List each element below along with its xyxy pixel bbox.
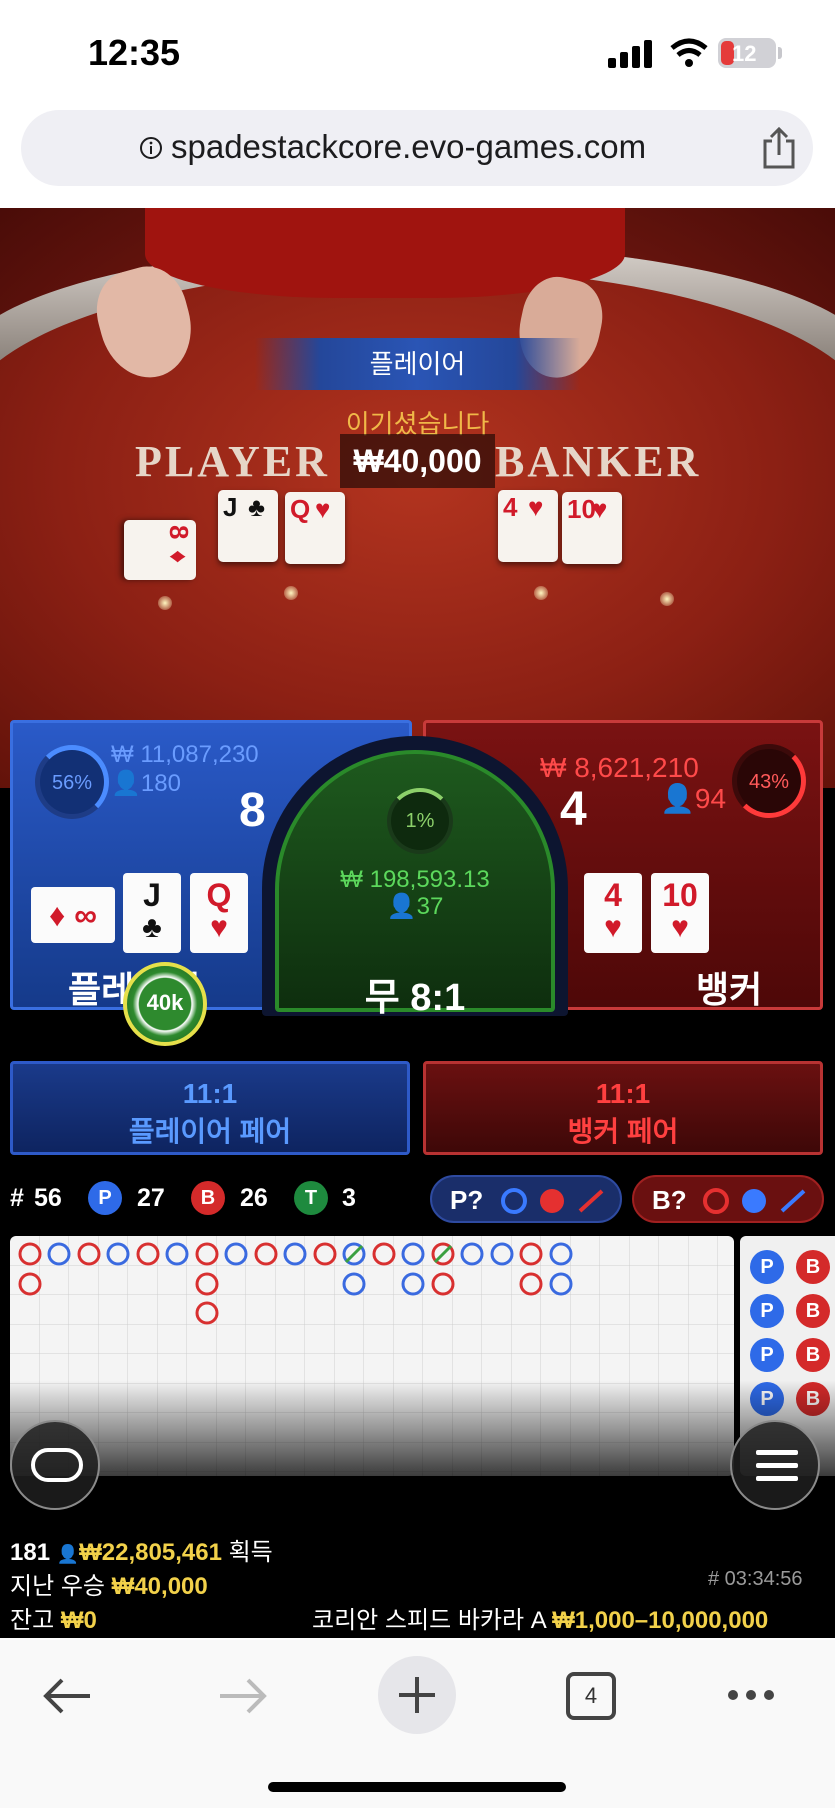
player-total-bet: ₩ 11,087,230 bbox=[111, 741, 259, 768]
plus-icon bbox=[399, 1677, 435, 1713]
last-win-label: 지난 우승 bbox=[10, 1573, 105, 1600]
won-label: 획득 bbox=[228, 1539, 273, 1566]
back-icon[interactable] bbox=[40, 1674, 94, 1718]
table-name: 코리안 스피드 바카라 A bbox=[312, 1607, 546, 1634]
bet-limits: ₩1,000–10,000,000 bbox=[552, 1607, 769, 1634]
player-pair-label: 플레이어 페어 bbox=[128, 1116, 292, 1147]
table-player-label: PLAYER bbox=[135, 437, 330, 486]
player-percent-ring: 56% bbox=[35, 745, 109, 819]
table-card-player-3: Q ♥ bbox=[285, 492, 345, 564]
table-card-banker-2: 10 ♥ bbox=[562, 492, 622, 564]
info-icon[interactable] bbox=[139, 136, 163, 160]
player-bettor-count: 👤180 bbox=[111, 770, 181, 797]
banker-percent-ring: 43% bbox=[732, 744, 806, 818]
banker-percent: 43% bbox=[748, 771, 790, 793]
table-info: 코리안 스피드 바카라 A ₩1,000–10,000,000 bbox=[312, 1600, 768, 1635]
banker-pair-odds: 11:1 bbox=[595, 1078, 651, 1109]
tie-percent: 1% bbox=[405, 810, 435, 832]
banker-pair-bet[interactable]: 11:1 뱅커 페어 bbox=[423, 1061, 823, 1155]
banker-bettor-count: 👤94 bbox=[660, 783, 727, 814]
status-time: 12:35 bbox=[88, 32, 181, 73]
player-card-2: J ♣ bbox=[123, 873, 181, 953]
player-card-3: Q ♥ bbox=[190, 873, 248, 953]
online-count: 181 bbox=[10, 1539, 51, 1566]
tabs-button[interactable]: 4 bbox=[566, 1672, 616, 1720]
online-info: 181 👤₩22,805,461 획득 bbox=[10, 1532, 273, 1567]
status-bar: 12:35 12 bbox=[0, 0, 835, 105]
balance-amount: ₩0 bbox=[60, 1607, 97, 1634]
tie-percent-ring: 1% bbox=[387, 788, 453, 854]
battery-level: 12 bbox=[732, 41, 757, 66]
side-p-1: P bbox=[750, 1250, 784, 1284]
home-indicator bbox=[268, 1782, 566, 1792]
banker-predict-button[interactable]: B? bbox=[632, 1175, 824, 1223]
banker-total-bet: ₩ 8,621,210 bbox=[540, 752, 699, 783]
player-pair-bet[interactable]: 11:1 플레이어 페어 bbox=[10, 1061, 410, 1155]
person-icon: 👤 bbox=[386, 893, 417, 920]
banker-card-2: 10 ♥ bbox=[651, 873, 709, 953]
side-b-1: B bbox=[796, 1250, 830, 1284]
address-bar[interactable]: spadestackcore.evo-games.com bbox=[21, 110, 813, 186]
menu-icon bbox=[756, 1450, 798, 1481]
side-p-3: P bbox=[750, 1338, 784, 1372]
table-card-player-2: J ♣ bbox=[218, 490, 278, 562]
cellular-signal-icon bbox=[608, 40, 652, 68]
person-icon: 👤 bbox=[660, 783, 695, 814]
table-card-banker-1: 4 ♥ bbox=[498, 490, 558, 562]
lobby-button[interactable] bbox=[10, 1420, 100, 1510]
side-p-2: P bbox=[750, 1294, 784, 1328]
round-prefix: # bbox=[10, 1184, 24, 1212]
banker-card-1: 4 ♥ bbox=[584, 873, 642, 953]
balance-info: 잔고 ₩0 bbox=[10, 1600, 97, 1635]
new-tab-button[interactable] bbox=[378, 1656, 456, 1734]
player-count-icon: P bbox=[88, 1181, 122, 1215]
winner-banner: 플레이어 bbox=[255, 338, 580, 390]
person-icon: 👤 bbox=[111, 770, 141, 797]
banker-win-count: 26 bbox=[240, 1184, 268, 1212]
table-banker-label: BANKER bbox=[495, 437, 702, 486]
banker-label: 뱅커 bbox=[696, 969, 763, 1010]
round-count: 56 bbox=[34, 1184, 62, 1212]
banker-count-icon: B bbox=[191, 1181, 225, 1215]
url-text[interactable]: spadestackcore.evo-games.com bbox=[171, 128, 731, 166]
tie-win-count: 3 bbox=[342, 1184, 356, 1212]
banker-pair-label: 뱅커 페어 bbox=[567, 1116, 679, 1147]
predict-symbols-icon bbox=[501, 1188, 604, 1214]
side-b-3: B bbox=[796, 1338, 830, 1372]
player-predict-button[interactable]: P? bbox=[430, 1175, 622, 1223]
player-pair-odds: 11:1 bbox=[182, 1078, 238, 1109]
more-icon[interactable] bbox=[726, 1688, 776, 1702]
banker-score: 4 bbox=[560, 783, 587, 836]
forward-icon[interactable] bbox=[216, 1674, 270, 1718]
share-icon[interactable] bbox=[759, 127, 799, 171]
tie-total-bet: ₩ 198,593.13 bbox=[340, 866, 490, 893]
tie-count-icon: T bbox=[294, 1181, 328, 1215]
tie-bet-area[interactable]: 1% ₩ 198,593.13 👤37 무 8:1 bbox=[275, 750, 555, 1019]
predict-symbols-icon bbox=[703, 1188, 806, 1214]
lobby-icon bbox=[31, 1448, 83, 1482]
stats-row: # 56 P 27 B 26 T 3 P? B? bbox=[0, 1168, 835, 1228]
total-won: ₩22,805,461 bbox=[79, 1539, 222, 1566]
table-card-player-1: 8 ♦ bbox=[124, 520, 196, 580]
live-video: PLAYER BANKER 플레이어 이기셨습니다 ₩40,000 8 ♦ J ♣ … bbox=[0, 208, 835, 788]
chip-value: 40k bbox=[146, 990, 184, 1015]
battery-icon: 12 bbox=[718, 38, 776, 68]
side-b-2: B bbox=[796, 1294, 830, 1328]
browser-toolbar: 4 bbox=[0, 1640, 835, 1808]
game-id: # 03:34:56 bbox=[708, 1568, 803, 1590]
menu-button[interactable] bbox=[730, 1420, 820, 1510]
tie-label: 무 8:1 bbox=[364, 977, 466, 1019]
balance-label: 잔고 bbox=[10, 1607, 55, 1634]
player-score: 8 bbox=[239, 784, 266, 837]
wifi-icon bbox=[670, 38, 708, 67]
player-percent: 56% bbox=[51, 772, 93, 794]
player-win-count: 27 bbox=[137, 1184, 165, 1212]
person-icon: 👤 bbox=[56, 1544, 80, 1564]
last-win-info: 지난 우승 ₩40,000 bbox=[10, 1566, 208, 1601]
player-card-1: ♦ ∞ bbox=[31, 887, 115, 943]
last-win-amount: ₩40,000 bbox=[111, 1573, 208, 1600]
bet-chip[interactable]: 40k bbox=[123, 962, 207, 1046]
tie-bettor-count: 👤37 bbox=[386, 893, 444, 920]
win-amount: ₩40,000 bbox=[340, 434, 495, 488]
